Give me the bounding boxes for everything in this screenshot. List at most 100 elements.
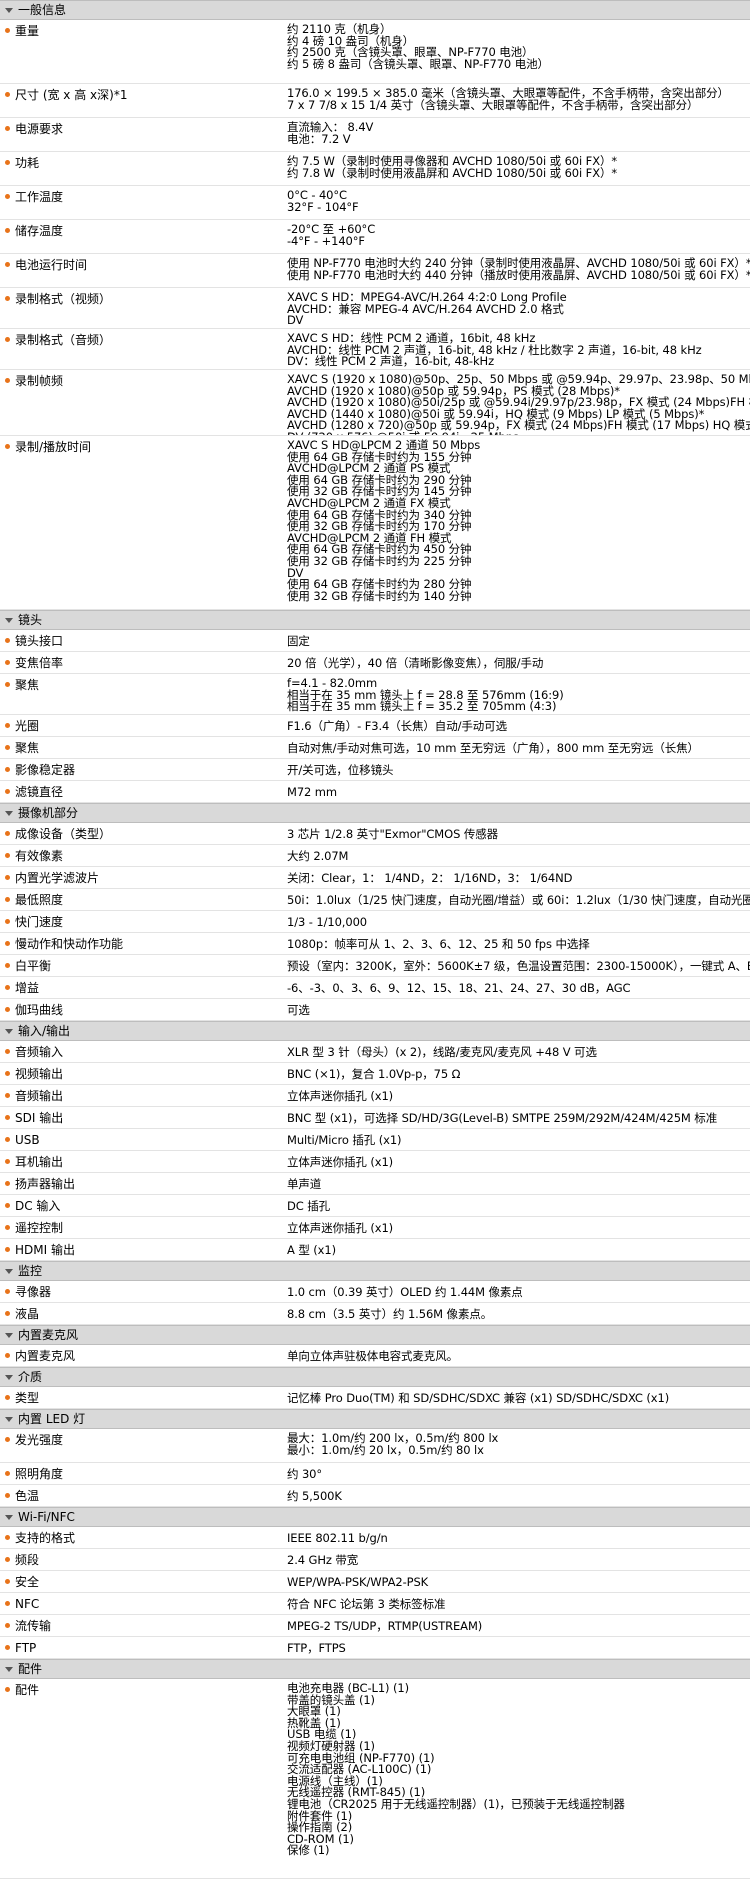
section-header[interactable]: 一般信息 [0,0,750,20]
spec-label-cell: 慢动作和快动作功能 [0,933,287,954]
spec-label-cell: 聚焦 [0,737,287,758]
spec-value: 1080p：帧率可从 1、2、3、6、12、25 和 50 fps 中选择 [287,933,750,954]
spec-value-line: 约 5,500K [287,1489,342,1503]
spec-value-line: 约 5 磅 8 盎司（含镜头罩、眼罩、NP-F770 电池） [287,56,549,71]
spec-value-line: F1.6（广角）- F3.4（长焦）自动/手动可选 [287,719,507,733]
spec-value: 约 2110 克（机身）约 4 磅 10 盎司（机身）约 2500 克（含镜头罩… [287,20,750,83]
section-title: 摄像机部分 [18,806,79,820]
spec-label-cell: 内置光学滤波片 [0,867,287,888]
spec-row: 安全 WEP/WPA-PSK/WPA2-PSK [0,1571,750,1593]
bullet-icon [5,1247,10,1252]
spec-value-line: 1080p：帧率可从 1、2、3、6、12、25 和 50 fps 中选择 [287,937,590,951]
spec-value-line: M72 mm [287,785,338,799]
bullet-icon [5,1493,10,1498]
spec-row: 扬声器输出 单声道 [0,1173,750,1195]
section-header[interactable]: Wi-Fi/NFC [0,1507,750,1527]
section-header[interactable]: 介质 [0,1367,750,1387]
spec-row: 内置光学滤波片 关闭：Clear，1： 1/4ND，2： 1/16ND，3： 1/… [0,867,750,889]
collapse-triangle-icon[interactable] [5,1028,13,1034]
collapse-triangle-icon[interactable] [5,1514,13,1520]
collapse-triangle-icon[interactable] [5,1374,13,1380]
spec-value: BNC 型 (x1)，可选择 SD/HD/3G(Level-B) SMTPE 2… [287,1107,750,1128]
spec-label: 最低照度 [15,893,64,907]
spec-label: 频段 [15,1553,40,1567]
spec-label-cell: 快门速度 [0,911,287,932]
section-header[interactable]: 镜头 [0,610,750,630]
spec-value-line: 开/关可选，位移镜头 [287,763,394,777]
spec-value: 1/3 - 1/10,000 [287,911,750,932]
spec-label-cell: 寻像器 [0,1281,287,1302]
spec-value: F1.6（广角）- F3.4（长焦）自动/手动可选 [287,715,750,736]
spec-label-cell: 变焦倍率 [0,652,287,673]
bullet-icon [5,767,10,772]
spec-label: 录制帧频 [15,374,64,388]
spec-value: 1.0 cm（0.39 英寸）OLED 约 1.44M 像素点 [287,1281,750,1302]
spec-value-line: 附件套件 (1) [287,1808,353,1823]
collapse-triangle-icon[interactable] [5,1268,13,1274]
section-title: 内置 LED 灯 [18,1412,86,1426]
section-title: Wi-Fi/NFC [18,1510,75,1524]
collapse-triangle-icon[interactable] [5,1332,13,1338]
bullet-icon [5,963,10,968]
spec-value: XAVC S (1920 x 1080)@50p、25p、50 Mbps 或 @… [287,370,750,435]
spec-value-line: 预设（室内：3200K，室外：5600K±7 级，色温设置范围：2300-150… [287,959,750,973]
spec-value-line: 符合 NFC 论坛第 3 类标签标准 [287,1597,446,1611]
spec-value-line: 约 30° [287,1467,323,1481]
spec-label-cell: 支持的格式 [0,1527,287,1548]
spec-label-cell: 类型 [0,1387,287,1408]
bullet-icon [5,1049,10,1054]
spec-row: 工作温度 0°C - 40°C 32°F - 104°F [0,186,750,220]
spec-value-line: A 型 (x1) [287,1243,336,1257]
bullet-icon [5,1471,10,1476]
spec-row: 变焦倍率 20 倍（光学），40 倍（清晰影像变焦），伺服/手动 [0,652,750,674]
spec-label-cell: 照明角度 [0,1463,287,1484]
bullet-icon [5,1115,10,1120]
section-header[interactable]: 配件 [0,1659,750,1679]
section-header[interactable]: 内置 LED 灯 [0,1409,750,1429]
spec-value: Multi/Micro 插孔 (x1) [287,1129,750,1150]
spec-label: USB [15,1133,40,1147]
spec-value-line: 立体声迷你插孔 (x1) [287,1155,394,1169]
spec-label-cell: 录制/播放时间 [0,436,287,609]
spec-value-line: 单声道 [287,1177,322,1191]
spec-value-line: 使用 32 GB 存储卡时约为 225 分钟 [287,553,472,568]
spec-row: 发光强度 最大：1.0m/约 200 lx，0.5m/约 800 lx 最小：1.0… [0,1429,750,1463]
spec-label-cell: 滤镜直径 [0,781,287,802]
spec-value-line: 带盖的镜头盖 (1) [287,1692,375,1707]
spec-value-line: XLR 型 3 针（母头）(x 2)，线路/麦克风/麦克风 +48 V 可选 [287,1045,597,1059]
spec-value-line: 1.0 cm（0.39 英寸）OLED 约 1.44M 像素点 [287,1285,523,1299]
section-header[interactable]: 内置麦克风 [0,1325,750,1345]
bullet-icon [5,985,10,990]
collapse-triangle-icon[interactable] [5,1666,13,1672]
spec-value-line: AVCHD：兼容 MPEG-4 AVC/H.264 AVCHD 2.0 格式 [287,301,564,316]
spec-label-cell: 白平衡 [0,955,287,976]
spec-value-line: DV [287,313,304,328]
spec-value: 50i：1.0lux（1/25 快门速度，自动光圈/增益）或 60i：1.2lu… [287,889,750,910]
spec-value: 约 7.5 W（录制时使用寻像器和 AVCHD 1080/50i 或 60i F… [287,152,750,185]
collapse-triangle-icon[interactable] [5,1416,13,1422]
collapse-triangle-icon[interactable] [5,810,13,816]
section-header[interactable]: 监控 [0,1261,750,1281]
section-header[interactable]: 摄像机部分 [0,803,750,823]
spec-label: 工作温度 [15,190,64,204]
spec-label: 增益 [15,981,40,995]
spec-label-cell: 工作温度 [0,186,287,219]
spec-value: 2.4 GHz 带宽 [287,1549,750,1570]
section-title: 镜头 [18,613,43,627]
spec-row: 录制/播放时间 XAVC S HD@LPCM 2 通道 50 Mbps 使用 64 … [0,436,750,610]
section-title: 内置麦克风 [18,1328,79,1342]
spec-value-line: 电池：7.2 V [287,131,351,146]
spec-value-line: 大眼罩 (1) [287,1704,341,1719]
collapse-triangle-icon[interactable] [5,7,13,13]
spec-row: USB Multi/Micro 插孔 (x1) [0,1129,750,1151]
spec-row: 镜头接口 固定 [0,630,750,652]
spec-label-cell: 液晶 [0,1303,287,1324]
section-header[interactable]: 输入/输出 [0,1021,750,1041]
spec-label: 尺寸 (宽 x 高 x深)*1 [15,88,128,102]
spec-value-line: 约 7.8 W（录制时使用液晶屏和 AVCHD 1080/50i 或 60i F… [287,165,618,180]
bullet-icon [5,194,10,199]
spec-label-cell: 耳机输出 [0,1151,287,1172]
spec-row: 录制帧频 XAVC S (1920 x 1080)@50p、25p、50 Mbps… [0,370,750,436]
bullet-icon [5,660,10,665]
collapse-triangle-icon[interactable] [5,617,13,623]
